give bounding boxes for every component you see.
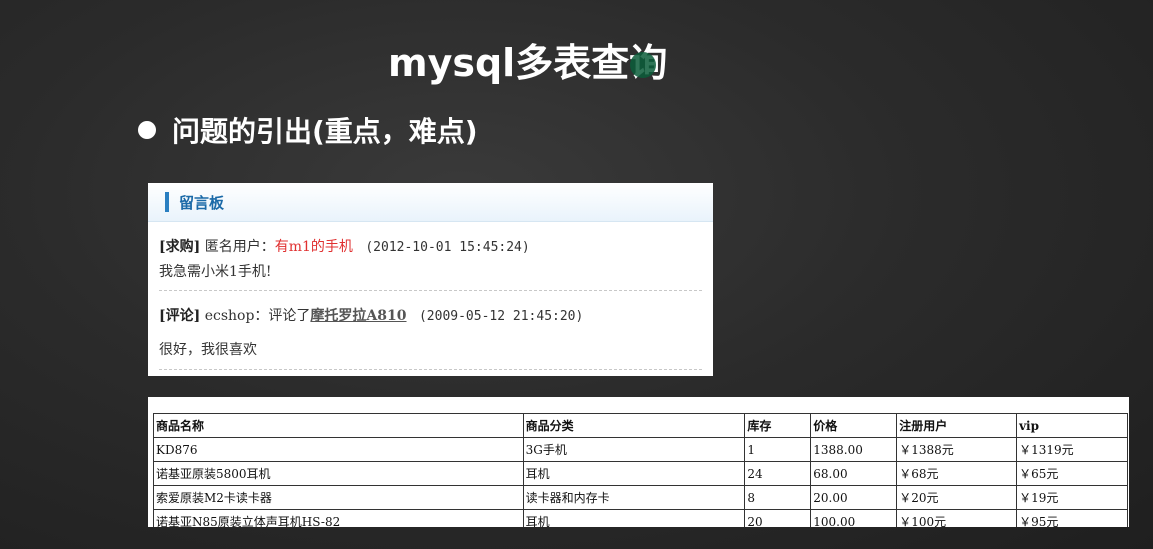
stock-cell: 24 (744, 461, 812, 486)
member-price-cell: ￥1388元 (896, 437, 1018, 462)
message-2-body: 很好，我很喜欢 (159, 342, 257, 358)
table-row: KD876 3G手机 1 1388.00 ￥1388元 ￥1319元 (153, 437, 1128, 462)
message-time: (2012-10-01 15:45:24) (365, 240, 530, 255)
category-cell: 读卡器和内存卡 (522, 485, 746, 510)
vip-price-cell: ￥1319元 (1016, 437, 1128, 462)
category-cell: 3G手机 (522, 437, 746, 462)
category-cell: 耳机 (522, 509, 746, 527)
message-1-body: 我急需小米1手机! (159, 264, 272, 280)
price-cell: 20.00 (810, 485, 898, 510)
product-link[interactable]: 摩托罗拉A810 (310, 308, 406, 324)
product-table: 商品名称 商品分类 库存 价格 注册用户 vip KD876 3G手机 1 13… (153, 413, 1128, 527)
price-cell: 68.00 (810, 461, 898, 486)
table-row: 诺基亚原装5800耳机 耳机 24 68.00 ￥68元 ￥65元 (153, 461, 1128, 486)
vip-price-cell: ￥95元 (1016, 509, 1128, 527)
message-subject: 有m1的手机 (274, 239, 353, 255)
member-price-cell: ￥100元 (896, 509, 1018, 527)
slide-title: mysql多表查询 (388, 41, 668, 85)
bullet-dot-icon (138, 121, 156, 139)
table-header-row: 商品名称 商品分类 库存 价格 注册用户 vip (153, 413, 1128, 438)
message-2-line: [评论] ecshop：评论了摩托罗拉A810 (2009-05-12 21:4… (159, 305, 583, 325)
price-cell: 100.00 (810, 509, 898, 527)
bullet-text: 问题的引出(重点，难点) (172, 115, 478, 148)
column-header: 价格 (810, 413, 898, 438)
message-time: (2009-05-12 21:45:20) (418, 309, 584, 324)
stock-cell: 20 (744, 509, 812, 527)
message-1-line: [求购] 匿名用户：有m1的手机 (2012-10-01 15:45:24) (159, 236, 530, 256)
bullet-point: 问题的引出(重点，难点) (138, 110, 478, 150)
message-board: 留言板 [求购] 匿名用户：有m1的手机 (2012-10-01 15:45:2… (148, 183, 713, 376)
column-header: 注册用户 (896, 413, 1018, 438)
table-row: 诺基亚N85原装立体声耳机HS-82 耳机 20 100.00 ￥100元 ￥9… (153, 509, 1128, 527)
vip-price-cell: ￥65元 (1016, 461, 1128, 486)
product-name-cell: 索爱原装M2卡读卡器 (153, 485, 524, 510)
stock-cell: 8 (744, 485, 812, 510)
table-row: 索爱原装M2卡读卡器 读卡器和内存卡 8 20.00 ￥20元 ￥19元 (153, 485, 1128, 510)
cursor-indicator (630, 52, 656, 78)
category-cell: 耳机 (522, 461, 746, 486)
column-header: 商品名称 (153, 413, 524, 438)
message-board-header: 留言板 (148, 183, 713, 222)
message-board-title: 留言板 (179, 194, 225, 212)
product-name-cell: KD876 (153, 437, 524, 462)
product-name-cell: 诺基亚N85原装立体声耳机HS-82 (153, 509, 524, 527)
column-header: 商品分类 (522, 413, 746, 438)
message-type: [评论] (159, 308, 201, 324)
member-price-cell: ￥20元 (896, 485, 1018, 510)
column-header: vip (1016, 413, 1128, 438)
message-separator (159, 369, 702, 370)
price-cell: 1388.00 (810, 437, 898, 462)
stock-cell: 1 (744, 437, 812, 462)
message-user: 匿名用户： (204, 239, 275, 255)
member-price-cell: ￥68元 (896, 461, 1018, 486)
message-separator (159, 290, 702, 291)
column-header: 库存 (744, 413, 812, 438)
message-user: ecshop：评论了 (204, 308, 311, 324)
message-type: [求购] (159, 239, 201, 255)
header-accent-bar (165, 192, 169, 212)
vip-price-cell: ￥19元 (1016, 485, 1128, 510)
product-table-panel: 商品名称 商品分类 库存 价格 注册用户 vip KD876 3G手机 1 13… (148, 397, 1129, 527)
product-name-cell: 诺基亚原装5800耳机 (153, 461, 524, 486)
